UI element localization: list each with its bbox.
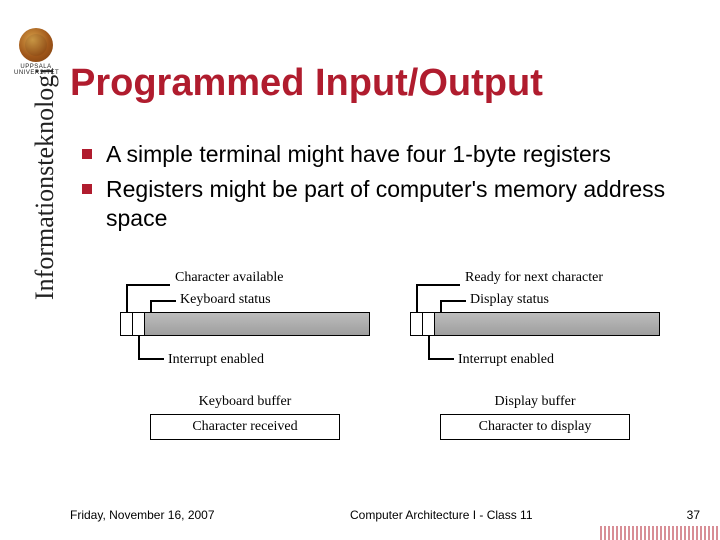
ann-interrupt-enabled: Interrupt enabled	[168, 352, 264, 368]
label-display-buffer: Display buffer	[410, 394, 660, 410]
bullet-text: Registers might be part of computer's me…	[106, 175, 690, 233]
slide-footer: Friday, November 16, 2007 Computer Archi…	[70, 508, 700, 522]
list-item: A simple terminal might have four 1-byte…	[82, 140, 690, 169]
bullet-icon	[82, 184, 92, 194]
bit-cell	[121, 313, 133, 335]
keyboard-status-register	[120, 312, 370, 336]
slide-title: Programmed Input/Output	[70, 62, 543, 105]
sidebar-label: Informationsteknologi	[30, 67, 60, 300]
decorative-stripes	[600, 526, 720, 540]
buf-text: Character received	[192, 419, 297, 435]
label-display-status: Display status	[470, 292, 549, 308]
logo-seal-icon	[19, 28, 53, 62]
unused-bits	[435, 313, 659, 335]
display-buffer-register: Character to display	[440, 414, 630, 440]
footer-page: 37	[660, 508, 700, 522]
bullet-icon	[82, 149, 92, 159]
buf-text: Character to display	[479, 419, 592, 435]
display-status-register	[410, 312, 660, 336]
label-keyboard-status: Keyboard status	[180, 292, 271, 308]
register-diagram: Character available Keyboard status Inte…	[120, 270, 660, 440]
bullet-text: A simple terminal might have four 1-byte…	[106, 140, 611, 169]
unused-bits	[145, 313, 369, 335]
ann-char-available: Character available	[175, 270, 283, 286]
bit-cell	[133, 313, 145, 335]
keyboard-column: Character available Keyboard status Inte…	[120, 270, 370, 440]
keyboard-buffer-register: Character received	[150, 414, 340, 440]
ann-interrupt-enabled: Interrupt enabled	[458, 352, 554, 368]
footer-course: Computer Architecture I - Class 11	[310, 508, 660, 522]
bit-cell	[411, 313, 423, 335]
bit-cell	[423, 313, 435, 335]
bullet-list: A simple terminal might have four 1-byte…	[82, 140, 690, 238]
label-keyboard-buffer: Keyboard buffer	[120, 394, 370, 410]
list-item: Registers might be part of computer's me…	[82, 175, 690, 233]
ann-ready-next: Ready for next character	[465, 270, 603, 286]
footer-date: Friday, November 16, 2007	[70, 508, 310, 522]
display-column: Ready for next character Display status …	[410, 270, 660, 440]
